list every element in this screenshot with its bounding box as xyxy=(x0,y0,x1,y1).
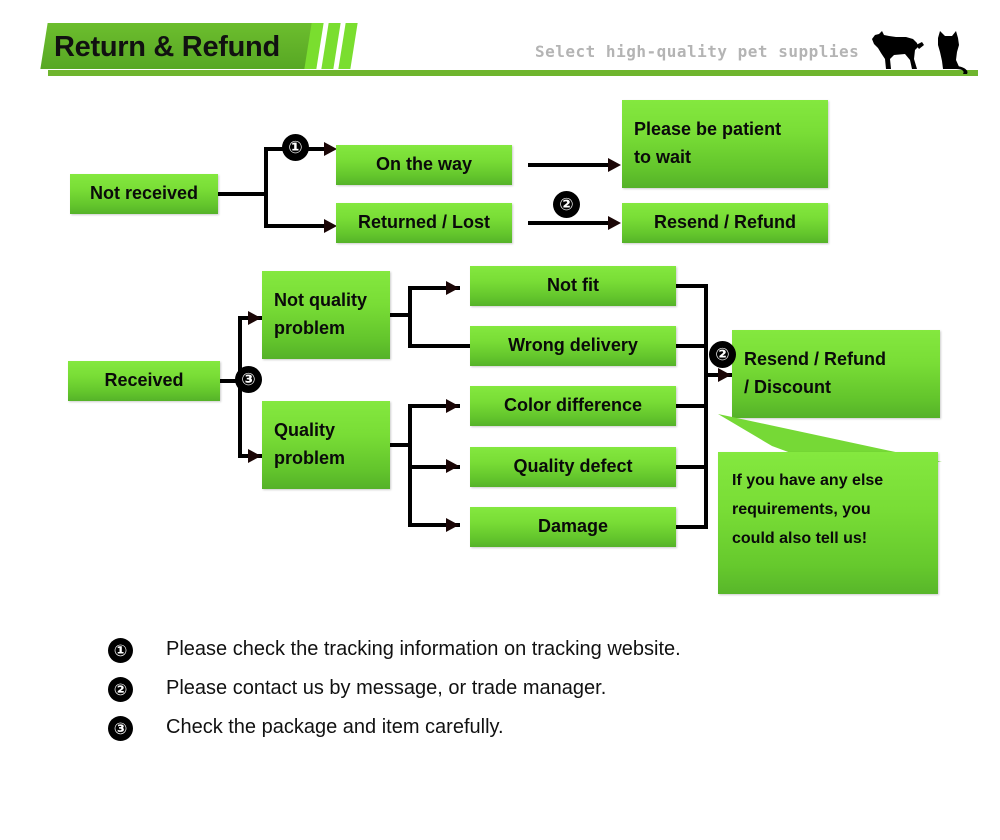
badge-step-3: ③ xyxy=(235,366,262,393)
flow-box-quality-problem[interactable]: Quality problem xyxy=(262,401,390,489)
outcome-line-2: / Discount xyxy=(744,377,832,397)
flow-box-on-the-way[interactable]: On the way xyxy=(336,145,512,185)
callout-box[interactable]: If you have any else requirements, you c… xyxy=(718,452,938,594)
not-quality-line-1: Not quality xyxy=(274,290,367,311)
collector-spine xyxy=(704,284,708,529)
flow-box-not-fit[interactable]: Not fit xyxy=(470,266,676,306)
header-divider xyxy=(48,70,978,76)
arrowhead-not-quality xyxy=(248,311,261,325)
callout-line-2: requirements, you xyxy=(732,501,871,519)
quality-line-1: Quality xyxy=(274,420,336,441)
arrowhead-resend-refund-discount xyxy=(718,368,731,382)
note-row: ① Please check the tracking information … xyxy=(108,634,928,673)
note-badge-3: ③ xyxy=(108,716,133,741)
be-patient-line-2: to wait xyxy=(634,147,691,167)
arrowhead-quality-defect xyxy=(446,459,459,473)
header-stripe-2 xyxy=(321,23,341,69)
cat-icon xyxy=(938,31,968,74)
callout-line-3: could also tell us! xyxy=(732,530,868,548)
arrowhead-damage xyxy=(446,518,459,532)
connector-split-top xyxy=(264,147,268,228)
arrowhead-color-difference xyxy=(446,399,459,413)
flow-box-not-quality-problem[interactable]: Not quality problem xyxy=(262,271,390,359)
arrowhead-quality xyxy=(248,449,261,463)
dog-icon xyxy=(872,31,924,69)
page-title: Return & Refund xyxy=(54,31,280,63)
flow-box-not-received[interactable]: Not received xyxy=(70,174,218,214)
arrowhead-be-patient xyxy=(608,158,621,172)
header-tagline: Select high-quality pet supplies xyxy=(535,42,860,61)
quality-line-2: problem xyxy=(274,448,346,468)
page-root: Return & Refund Select high-quality pet … xyxy=(0,0,1000,840)
connector-trunk-top xyxy=(218,192,266,196)
note-text-2: Please contact us by message, or trade m… xyxy=(166,677,607,699)
connector-nq-split xyxy=(408,286,412,348)
footer-notes: ① Please check the tracking information … xyxy=(108,634,928,751)
badge-step-1-top: ① xyxy=(282,134,309,161)
note-text-3: Check the package and item carefully. xyxy=(166,716,504,738)
page-header: Return & Refund Select high-quality pet … xyxy=(0,0,1000,90)
note-row: ③ Check the package and item carefully. xyxy=(108,712,928,751)
flow-box-quality-defect[interactable]: Quality defect xyxy=(470,447,676,487)
connector-to-resend-refund xyxy=(528,221,610,225)
connector-branch-returned-lost xyxy=(264,224,326,228)
arrowhead-not-fit xyxy=(446,281,459,295)
flow-box-color-difference[interactable]: Color difference xyxy=(470,386,676,426)
callout-line-1: If you have any else xyxy=(732,472,884,489)
note-badge-2: ② xyxy=(108,677,133,702)
flow-box-wrong-delivery[interactable]: Wrong delivery xyxy=(470,326,676,366)
header-stripe-3 xyxy=(338,23,358,69)
arrowhead-resend-refund-top xyxy=(608,216,621,230)
flow-box-returned-lost[interactable]: Returned / Lost xyxy=(336,203,512,243)
flow-box-received[interactable]: Received xyxy=(68,361,220,401)
connector-nq-to-wrong-delivery xyxy=(408,344,470,348)
outcome-line-1: Resend / Refund xyxy=(744,349,887,370)
note-text-1: Please check the tracking information on… xyxy=(166,638,681,660)
flow-box-please-be-patient[interactable]: Please be patient to wait xyxy=(622,100,828,188)
flow-box-damage[interactable]: Damage xyxy=(470,507,676,547)
not-quality-line-2: problem xyxy=(274,318,346,338)
note-badge-1: ① xyxy=(108,638,133,663)
flow-box-resend-refund-discount[interactable]: Resend / Refund / Discount xyxy=(732,330,940,418)
be-patient-line-1: Please be patient xyxy=(634,119,782,140)
note-row: ② Please contact us by message, or trade… xyxy=(108,673,928,712)
connector-to-be-patient xyxy=(528,163,610,167)
flow-box-resend-refund-top[interactable]: Resend / Refund xyxy=(622,203,828,243)
badge-step-2-top: ② xyxy=(553,191,580,218)
pets-silhouette xyxy=(872,31,968,74)
badge-step-2-bottom: ② xyxy=(709,341,736,368)
